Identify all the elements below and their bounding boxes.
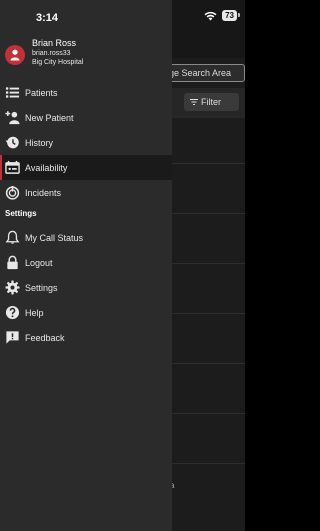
menu-item-label: Incidents — [25, 187, 62, 198]
bell-icon — [4, 230, 20, 246]
history-icon — [4, 135, 20, 151]
filter-label: Filter — [201, 97, 221, 107]
user-name: Brian Ross — [32, 38, 77, 48]
gear-icon — [4, 280, 20, 296]
list-divider — [172, 413, 245, 414]
menu-item-help[interactable]: Help — [0, 300, 172, 325]
avatar — [5, 45, 25, 65]
menu-item-patients[interactable]: Patients — [0, 80, 172, 105]
list-divider — [172, 163, 245, 164]
menu-item-new-patient[interactable]: New Patient — [0, 105, 172, 130]
wifi-icon — [204, 11, 217, 20]
navigation-drawer: 3:14 Brian Ross brian.ross33 Big City Ho… — [0, 0, 172, 531]
menu-item-logout[interactable]: Logout — [0, 250, 172, 275]
profile-text: Brian Ross brian.ross33 Big City Hospita… — [32, 38, 83, 67]
battery-indicator: 73 — [222, 10, 240, 21]
menu-item-history[interactable]: History — [0, 130, 172, 155]
menu-item-label: New Patient — [25, 112, 74, 123]
menu-item-availability[interactable]: Availability — [0, 155, 172, 180]
list-divider — [172, 263, 245, 264]
menu-item-label: Feedback — [25, 332, 65, 343]
filter-icon — [190, 99, 198, 105]
active-indicator — [0, 155, 2, 180]
user-hospital: Big City Hospital — [32, 59, 84, 66]
settings-section-title: Settings — [5, 209, 37, 218]
search-area-button[interactable]: ge Search Area — [160, 64, 245, 82]
help-icon — [4, 305, 20, 321]
list-divider — [172, 213, 245, 214]
user-icon — [10, 49, 20, 61]
feedback-icon — [4, 330, 20, 346]
list-divider — [172, 463, 245, 464]
menu-item-feedback[interactable]: Feedback — [0, 325, 172, 350]
menu-item-label: Availability — [25, 162, 68, 173]
menu-item-settings[interactable]: Settings — [0, 275, 172, 300]
incidents-icon — [4, 185, 20, 201]
list-divider — [172, 313, 245, 314]
add-user-icon — [4, 110, 20, 126]
menu-item-my-call-status[interactable]: My Call Status — [0, 225, 172, 250]
list-icon — [4, 85, 20, 101]
background-list — [172, 118, 245, 518]
status-time: 3:14 — [36, 12, 59, 24]
availability-icon — [4, 160, 20, 176]
filter-button[interactable]: Filter — [184, 93, 239, 111]
lock-icon — [4, 255, 20, 271]
menu-item-label: History — [25, 137, 54, 148]
status-indicators: 73 — [204, 10, 240, 21]
list-divider — [172, 363, 245, 364]
menu-item-incidents[interactable]: Incidents — [0, 180, 172, 205]
menu-item-label: Logout — [25, 257, 53, 268]
menu-item-label: My Call Status — [25, 232, 84, 243]
menu-item-label: Patients — [25, 87, 58, 98]
user-username: brian.ross33 — [32, 50, 71, 57]
menu-item-label: Help — [25, 307, 44, 318]
menu-item-label: Settings — [25, 282, 58, 293]
user-profile[interactable]: Brian Ross brian.ross33 Big City Hospita… — [5, 38, 83, 67]
